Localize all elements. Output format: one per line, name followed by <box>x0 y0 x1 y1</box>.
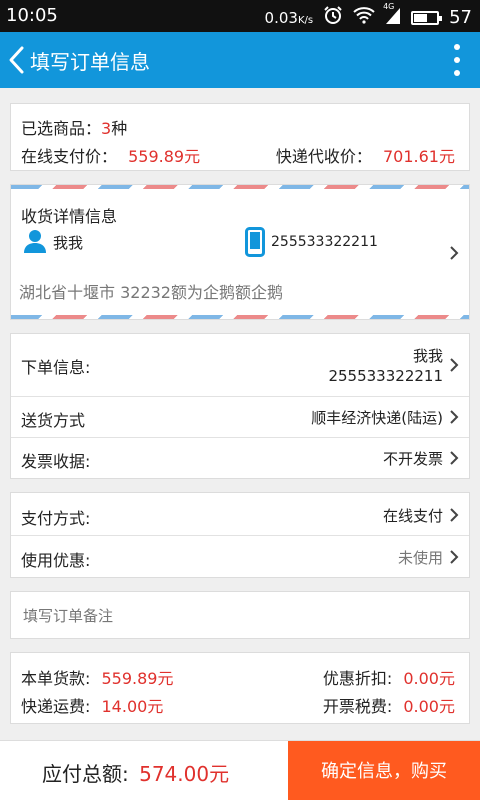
network-speed: 0.03 <box>264 8 298 27</box>
wifi-icon <box>353 6 375 29</box>
delivery-chevron-icon <box>449 409 459 425</box>
discount-value: 0.00 <box>403 669 439 688</box>
network-speed-unit: K/s <box>297 14 314 26</box>
recipient-phone: 255533322211 <box>271 234 378 250</box>
battery-icon <box>411 10 443 25</box>
goods-unit: 元 <box>157 669 174 688</box>
page-title: 填写订单信息 <box>30 50 150 74</box>
online-price-unit: 元 <box>184 147 201 166</box>
costs-card: 本单货款: 559.89元 优惠折扣: 0.00元 快递运费: 14.00元 开… <box>10 652 470 724</box>
phone-icon <box>245 227 265 261</box>
payment-card: 支付方式: 在线支付 使用优惠: 未使用 <box>10 492 470 578</box>
invoice-chevron-icon <box>449 450 459 466</box>
envelope-stripe-top <box>11 185 469 189</box>
discount-unit: 元 <box>438 669 455 688</box>
shipping-unit: 元 <box>147 697 164 716</box>
delivery-value: 顺丰经济快递(陆运) <box>311 409 443 427</box>
total-value: 574.00 <box>139 762 210 786</box>
total-amount: 应付总额: 574.00元 <box>42 758 229 787</box>
summary-card: 已选商品：3种 在线支付价： 559.89元 快递代收价： 701.61元 <box>10 103 470 171</box>
recipient-address: 湖北省十堰市 32232额为企鹅额企鹅 <box>19 283 283 302</box>
orderer-label: 下单信息: <box>21 358 91 377</box>
coupon-value: 未使用 <box>397 549 443 567</box>
recipient-name: 我我 <box>53 234 84 252</box>
status-bar: 10:05 0.03K/s 4G 57 <box>0 0 480 32</box>
tax-value: 0.00 <box>403 697 439 716</box>
invoice-value: 不开发票 <box>382 450 443 468</box>
online-price-label: 在线支付价： <box>21 147 118 166</box>
payment-chevron-icon <box>449 507 459 523</box>
envelope-stripe-bottom <box>11 315 469 319</box>
address-card[interactable]: 收货详情信息 我我 255533322211 湖北省十堰市 32232额为企鹅额… <box>10 184 470 320</box>
coupon-label: 使用优惠: <box>21 551 91 570</box>
cod-price-unit: 元 <box>438 147 455 166</box>
shipping-label: 快递运费: <box>21 697 91 716</box>
cod-price-label: 快递代收价： <box>275 147 372 166</box>
orderer-chevron-icon <box>449 357 459 373</box>
orderer-name: 我我 <box>412 347 443 365</box>
selected-count: 3 <box>101 119 112 138</box>
network-type: 4G <box>383 2 395 11</box>
invoice-label: 发票收据: <box>21 452 91 471</box>
orderer-row[interactable]: 下单信息: 我我 255533322211 <box>11 334 469 396</box>
payment-method-row[interactable]: 支付方式: 在线支付 <box>11 493 469 535</box>
person-icon <box>23 229 47 257</box>
signal-icon: 4G <box>383 2 401 29</box>
coupon-chevron-icon <box>449 549 459 565</box>
goods-label: 本单货款: <box>21 669 91 688</box>
selected-unit: 种 <box>111 119 128 138</box>
order-note-placeholder: 填写订单备注 <box>23 607 114 625</box>
order-note-field[interactable]: 填写订单备注 <box>10 591 470 639</box>
address-chevron-icon <box>449 245 459 261</box>
cod-price-value: 701.61 <box>383 147 439 166</box>
payment-method-value: 在线支付 <box>382 507 443 525</box>
invoice-row[interactable]: 发票收据: 不开发票 <box>11 438 469 478</box>
app-bar: 填写订单信息 <box>0 32 480 88</box>
total-unit: 元 <box>209 762 230 786</box>
confirm-purchase-button[interactable]: 确定信息，购买 <box>288 741 480 800</box>
more-menu-icon[interactable] <box>454 44 462 76</box>
goods-value: 559.89 <box>101 669 158 688</box>
total-label: 应付总额: <box>42 762 129 786</box>
alarm-icon <box>323 5 343 30</box>
address-title: 收货详情信息 <box>21 207 118 226</box>
orderer-phone: 255533322211 <box>328 367 443 385</box>
discount-label: 优惠折扣: <box>322 669 393 688</box>
coupon-row[interactable]: 使用优惠: 未使用 <box>11 536 469 578</box>
payment-method-label: 支付方式: <box>21 509 91 528</box>
online-price-value: 559.89 <box>128 147 185 166</box>
delivery-row[interactable]: 送货方式 顺丰经济快递(陆运) <box>11 397 469 437</box>
battery-level: 57 <box>449 7 472 28</box>
shipping-value: 14.00 <box>101 697 148 716</box>
bottom-bar: 应付总额: 574.00元 确定信息，购买 <box>0 740 480 800</box>
status-time: 10:05 <box>6 5 58 26</box>
back-arrow-icon[interactable] <box>4 42 32 78</box>
tax-label: 开票税费: <box>322 697 393 716</box>
tax-unit: 元 <box>438 697 455 716</box>
selected-label: 已选商品： <box>21 119 102 138</box>
delivery-label: 送货方式 <box>21 411 86 430</box>
order-info-card: 下单信息: 我我 255533322211 送货方式 顺丰经济快递(陆运) 发票… <box>10 333 470 479</box>
